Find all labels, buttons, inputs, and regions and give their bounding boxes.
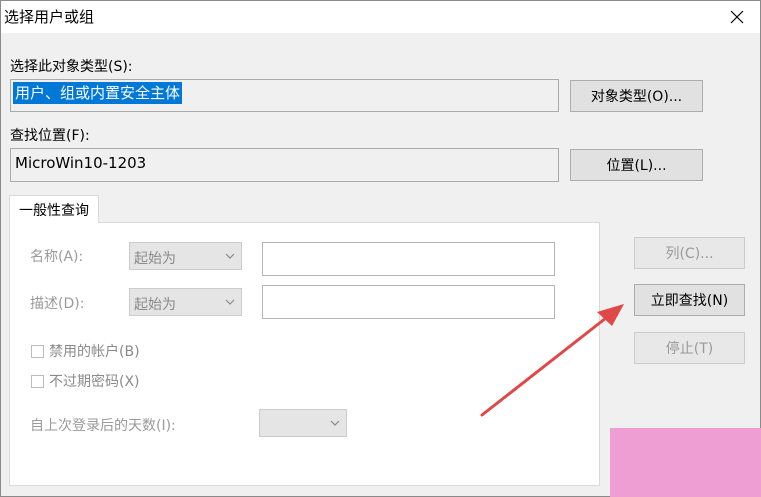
- find-now-button[interactable]: 立即查找(N): [634, 284, 745, 316]
- description-input[interactable]: [262, 285, 555, 319]
- checkbox-box[interactable]: [31, 344, 44, 358]
- chevron-down-icon: [225, 299, 235, 305]
- description-label: 描述(D):: [30, 296, 85, 312]
- description-mode-value: 起始为: [134, 297, 176, 313]
- close-icon: [730, 10, 744, 24]
- corner-overlay: [610, 428, 761, 497]
- disabled-accounts-checkbox[interactable]: 禁用的帐户(B): [31, 341, 140, 361]
- dialog-window: 选择用户或组 选择此对象类型(S): 用户、组或内置安全主体 对象类型(O)..…: [0, 0, 761, 497]
- checkbox-box[interactable]: [31, 374, 44, 388]
- chevron-down-icon: [225, 253, 235, 259]
- name-mode-value: 起始为: [134, 251, 176, 267]
- location-value: MicroWin10-1203: [15, 154, 147, 172]
- columns-button[interactable]: 列(C)...: [634, 237, 745, 269]
- object-types-button[interactable]: 对象类型(O)...: [570, 80, 703, 112]
- title-bar: 选择用户或组: [1, 1, 760, 33]
- days-since-logon-label: 自上次登录后的天数(I):: [30, 418, 176, 434]
- object-type-value: 用户、组或内置安全主体: [13, 82, 183, 104]
- non-expiring-password-label: 不过期密码(X): [49, 374, 140, 390]
- name-mode-select[interactable]: 起始为: [129, 242, 242, 270]
- close-button[interactable]: [714, 1, 760, 33]
- name-input[interactable]: [262, 242, 555, 276]
- object-type-label: 选择此对象类型(S):: [10, 59, 133, 75]
- stop-button[interactable]: 停止(T): [634, 332, 745, 364]
- description-mode-select[interactable]: 起始为: [129, 288, 242, 316]
- chevron-down-icon: [330, 420, 340, 426]
- disabled-accounts-label: 禁用的帐户(B): [49, 344, 140, 360]
- locations-button[interactable]: 位置(L)...: [570, 149, 703, 181]
- object-type-field[interactable]: 用户、组或内置安全主体: [10, 79, 559, 112]
- location-field[interactable]: MicroWin10-1203: [10, 148, 559, 182]
- window-title: 选择用户或组: [4, 8, 95, 26]
- non-expiring-password-checkbox[interactable]: 不过期密码(X): [31, 371, 140, 391]
- days-since-logon-select[interactable]: [259, 409, 347, 437]
- location-label: 查找位置(F):: [10, 128, 90, 144]
- name-label: 名称(A):: [30, 249, 84, 265]
- tab-common-queries[interactable]: 一般性查询: [9, 195, 99, 223]
